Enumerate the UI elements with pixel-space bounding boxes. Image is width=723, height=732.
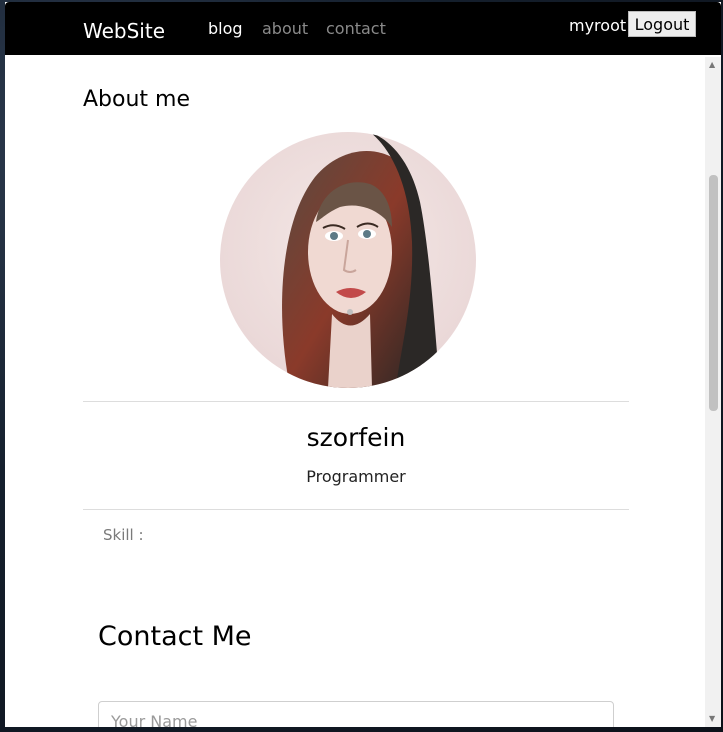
contact-heading: Contact Me xyxy=(98,621,252,652)
name-input[interactable] xyxy=(98,701,614,727)
nav-link-blog[interactable]: blog xyxy=(208,19,243,38)
logout-button[interactable]: Logout xyxy=(628,11,696,37)
scroll-up-icon[interactable]: ▲ xyxy=(709,61,715,69)
skill-label: Skill : xyxy=(103,526,144,544)
username-label: myroot xyxy=(569,16,627,35)
about-heading: About me xyxy=(83,87,191,112)
avatar-portrait-image xyxy=(220,132,476,388)
main-content: About me szorfein Programmer Skill: Con… xyxy=(5,55,705,727)
browser-window: WebSite blog about contact myroot Logout… xyxy=(5,2,721,727)
top-navbar: WebSite blog about contact myroot Logout xyxy=(5,2,721,55)
divider-bottom xyxy=(83,509,629,510)
avatar xyxy=(220,132,476,388)
profile-name: szorfein xyxy=(306,423,406,452)
profile-role: Programmer xyxy=(306,467,406,486)
brand-link[interactable]: WebSite xyxy=(83,19,165,43)
scroll-down-icon[interactable]: ▼ xyxy=(709,715,715,723)
divider-top xyxy=(83,401,629,402)
nav-link-contact[interactable]: contact xyxy=(326,19,386,38)
vertical-scrollbar[interactable]: ▲ ▼ xyxy=(705,57,721,727)
nav-link-about[interactable]: about xyxy=(262,19,308,38)
scroll-thumb[interactable] xyxy=(709,175,718,411)
